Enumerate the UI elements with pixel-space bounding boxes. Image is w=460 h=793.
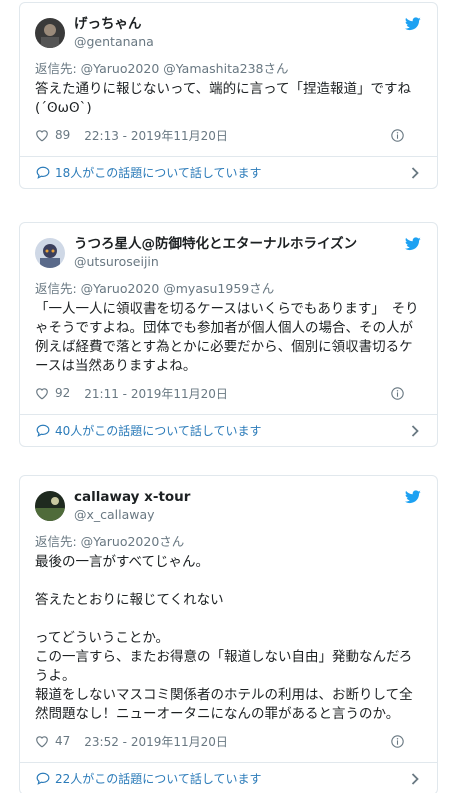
like-count: 47: [55, 734, 71, 748]
display-name[interactable]: げっちゃん: [74, 16, 154, 33]
reply-to[interactable]: 返信先: @Yaruo2020さん: [35, 533, 422, 551]
speech-bubble-icon: [36, 166, 50, 179]
twitter-bird-icon[interactable]: [405, 17, 421, 31]
timestamp[interactable]: 22:13 - 2019年11月20日: [84, 127, 228, 144]
like-count: 92: [55, 386, 71, 400]
info-icon[interactable]: [391, 386, 404, 400]
tweet-text: 答えた通りに報じないって、端的に言って「捏造報道」ですね(´ʘωʘ`): [35, 81, 411, 116]
tweet-text: 「一人一人に領収書を切るケースはいくらでもあります」 そりゃそうですよね。団体で…: [35, 301, 419, 374]
tweet-card-2[interactable]: うつろ星人@防御特化とエターナルホライズン @utsuroseijin 返信先:…: [19, 222, 438, 447]
like-count: 89: [55, 128, 71, 142]
info-icon[interactable]: [391, 734, 404, 748]
heart-icon[interactable]: [35, 387, 49, 400]
chevron-right-icon[interactable]: [411, 772, 419, 785]
timestamp[interactable]: 21:11 - 2019年11月20日: [84, 385, 228, 402]
chevron-right-icon[interactable]: [411, 166, 419, 179]
timestamp[interactable]: 23:52 - 2019年11月20日: [84, 733, 228, 750]
display-name[interactable]: うつろ星人@防御特化とエターナルホライズン: [74, 236, 357, 253]
reply-to[interactable]: 返信先: @Yaruo2020 @myasu1959さん: [35, 280, 422, 298]
heart-icon[interactable]: [35, 735, 49, 748]
twitter-bird-icon[interactable]: [405, 237, 421, 251]
avatar[interactable]: [35, 238, 65, 268]
speech-bubble-icon: [36, 424, 50, 437]
speech-bubble-icon: [36, 772, 50, 785]
conversation-text[interactable]: 40人がこの話題について話しています: [55, 422, 262, 439]
avatar[interactable]: [35, 18, 65, 48]
conversation-link[interactable]: 18人がこの話題について話しています: [20, 156, 437, 188]
handle[interactable]: @utsuroseijin: [74, 253, 357, 270]
info-icon[interactable]: [391, 128, 404, 142]
avatar[interactable]: [35, 491, 65, 521]
tweet-card-3[interactable]: callaway x-tour @x_callaway 返信先: @Yaruo2…: [19, 475, 438, 793]
twitter-bird-icon[interactable]: [405, 490, 421, 504]
handle[interactable]: @x_callaway: [74, 506, 190, 523]
display-name[interactable]: callaway x-tour: [74, 489, 190, 506]
tweet-card-1[interactable]: げっちゃん @gentanana 返信先: @Yaruo2020 @Yamash…: [19, 2, 438, 189]
conversation-link[interactable]: 22人がこの話題について話しています: [20, 762, 437, 793]
reply-to[interactable]: 返信先: @Yaruo2020 @Yamashita238さん: [35, 60, 422, 78]
tweet-text: 最後の一言がすべてじゃん。 答えたとおりに報じてくれない ってどういうことか。 …: [35, 554, 413, 722]
heart-icon[interactable]: [35, 129, 49, 142]
conversation-text[interactable]: 18人がこの話題について話しています: [55, 164, 262, 181]
chevron-right-icon[interactable]: [411, 424, 419, 437]
conversation-link[interactable]: 40人がこの話題について話しています: [20, 414, 437, 446]
conversation-text[interactable]: 22人がこの話題について話しています: [55, 770, 262, 787]
handle[interactable]: @gentanana: [74, 33, 154, 50]
